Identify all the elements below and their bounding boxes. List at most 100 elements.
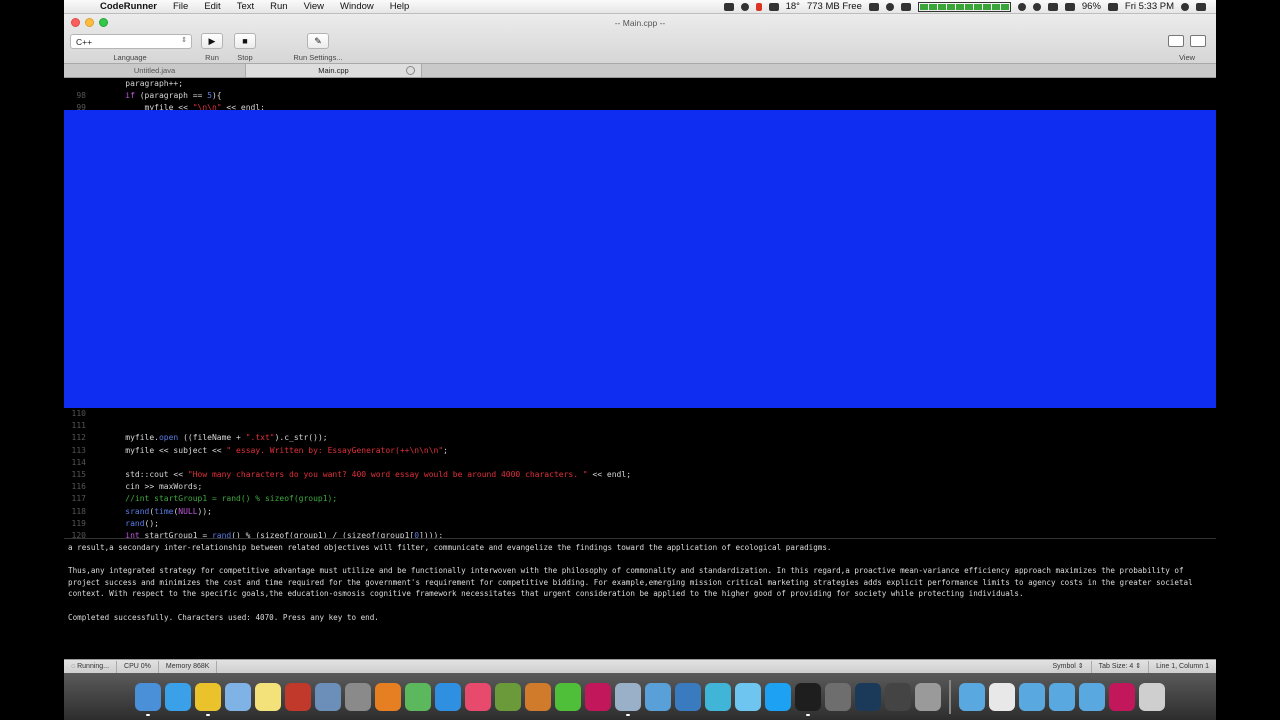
safari-icon[interactable] — [165, 682, 191, 711]
finder-icon[interactable] — [135, 682, 161, 716]
code-token: ]))); — [419, 530, 444, 538]
bluetooth-icon[interactable] — [885, 2, 894, 11]
code-token: time — [154, 506, 174, 516]
stack-folder-icon[interactable] — [1079, 682, 1105, 711]
code-line[interactable]: 117 //int startGroup1 = rand() % sizeof(… — [64, 493, 1216, 505]
tab-untitled-java[interactable]: Untitled.java — [64, 64, 246, 77]
history-icon[interactable] — [1032, 2, 1041, 11]
menu-window[interactable]: Window — [332, 1, 382, 12]
time-machine-icon[interactable] — [1017, 2, 1026, 11]
menu-text[interactable]: Text — [229, 1, 262, 12]
code-line[interactable]: 111 — [64, 420, 1216, 432]
code-line[interactable]: 120 int startGroup1 = rand() % (sizeof(g… — [64, 530, 1216, 538]
code-line[interactable]: 119 rand(); — [64, 518, 1216, 530]
code-token: "How many characters do you want? 400 wo… — [187, 469, 588, 479]
console-output[interactable]: a result,a secondary inter-relationship … — [64, 538, 1216, 659]
code-line[interactable]: 98 if (paragraph == 5){ — [64, 90, 1216, 102]
code-editor-bottom[interactable]: 110 111 112 myfile.open ((fileName + ".txt… — [64, 408, 1216, 538]
preview-icon[interactable] — [225, 682, 251, 711]
xcode-icon[interactable] — [525, 682, 551, 711]
cloud-icon[interactable] — [768, 2, 779, 11]
line-number: 118 — [71, 506, 86, 516]
view-console-button[interactable] — [1190, 35, 1206, 47]
code-line[interactable]: 114 — [64, 457, 1216, 469]
close-tab-icon[interactable] — [406, 66, 415, 75]
run-settings-button[interactable]: ✎ — [307, 33, 329, 49]
numbers-icon[interactable] — [405, 682, 431, 711]
menu-help[interactable]: Help — [382, 1, 418, 12]
microphone-icon[interactable] — [755, 2, 762, 11]
minecraft-icon[interactable] — [495, 682, 521, 711]
view-sidebar-button[interactable] — [1168, 35, 1184, 47]
code-line[interactable]: 116 cin >> maxWords; — [64, 481, 1216, 493]
tab-size-menu[interactable]: Tab Size: 4 ⇕ — [1092, 660, 1150, 673]
sync-icon[interactable] — [900, 2, 911, 11]
app-store-icon[interactable] — [435, 682, 461, 711]
menu-file[interactable]: File — [165, 1, 196, 12]
code-token: myfile << subject << — [125, 445, 227, 455]
code-line[interactable]: 110 — [64, 408, 1216, 420]
battery-icon[interactable] — [1107, 2, 1118, 11]
code-token: if — [125, 91, 135, 101]
system-preferences-icon[interactable] — [825, 682, 851, 711]
itunes-icon[interactable] — [465, 682, 491, 711]
menu-run[interactable]: Run — [262, 1, 295, 12]
terminal-icon[interactable] — [795, 682, 821, 716]
status-bar: ◌ Running... CPU 0% Memory 868K Symbol ⇕… — [64, 659, 1216, 673]
downloads-folder-icon[interactable] — [1019, 682, 1045, 711]
notification-center-icon[interactable] — [1196, 2, 1206, 11]
tab-main-cpp[interactable]: Main.cpp — [246, 64, 422, 77]
documents-icon[interactable] — [989, 682, 1015, 711]
volume-icon[interactable] — [1064, 2, 1075, 11]
chat-icon[interactable] — [735, 682, 761, 711]
chrome-icon[interactable] — [195, 682, 221, 716]
selected-code-block[interactable] — [64, 110, 1216, 408]
trash-icon[interactable] — [1139, 682, 1165, 711]
skype-icon[interactable] — [765, 682, 791, 711]
disk-utility-icon[interactable] — [915, 682, 941, 711]
steam-icon[interactable] — [855, 682, 881, 711]
clock[interactable]: Fri 5:33 PM — [1125, 1, 1174, 12]
code-line[interactable]: 99 myfile << "\n\n" << endl; — [64, 102, 1216, 110]
battery-monitor-icon[interactable] — [868, 2, 879, 11]
network-icon[interactable] — [705, 682, 731, 711]
spotlight-search-icon[interactable] — [1181, 2, 1189, 11]
code-token: myfile << — [144, 103, 193, 110]
mail-icon[interactable] — [315, 682, 341, 711]
menu-edit[interactable]: Edit — [196, 1, 228, 12]
stop-button[interactable]: ■ — [234, 33, 256, 49]
menu-view[interactable]: View — [296, 1, 332, 12]
code-line[interactable]: 112 myfile.open ((fileName + ".txt").c_s… — [64, 432, 1216, 444]
folder-icon[interactable] — [959, 682, 985, 711]
code-line[interactable]: paragraph++; — [64, 78, 1216, 90]
applications-folder-icon[interactable] — [1049, 682, 1075, 711]
memory-readout[interactable]: 773 MB Free — [807, 1, 862, 12]
language-select[interactable]: C++ ⇕ — [70, 34, 192, 49]
notes-icon[interactable] — [255, 682, 281, 711]
code-editor-top[interactable]: paragraph++; 98 if (paragraph == 5){99 my… — [64, 78, 1216, 110]
game-icon[interactable] — [885, 682, 911, 711]
code-line[interactable]: 113 myfile << subject << " essay. Writte… — [64, 445, 1216, 457]
wifi-icon[interactable] — [1047, 2, 1058, 11]
messages-icon[interactable] — [555, 682, 581, 711]
status-app-icon[interactable] — [723, 2, 734, 11]
code-line[interactable]: 118 srand(time(NULL)); — [64, 506, 1216, 518]
intellij-icon[interactable] — [585, 682, 611, 711]
code-line[interactable]: 115 std::cout << "How many characters do… — [64, 469, 1216, 481]
run-button[interactable]: ▶ — [201, 33, 223, 49]
run-settings-label: Run Settings... — [293, 53, 343, 62]
temperature-readout[interactable]: 18° — [786, 1, 800, 12]
system-utility-icon[interactable] — [615, 682, 641, 716]
java-icon[interactable] — [1109, 682, 1135, 711]
menu-app[interactable]: CodeRunner — [92, 1, 165, 12]
camera-icon[interactable] — [740, 2, 749, 11]
photos-icon[interactable] — [645, 682, 671, 711]
battery-percent[interactable]: 96% — [1082, 1, 1101, 12]
vmware-icon[interactable] — [675, 682, 701, 711]
cpu-meter[interactable] — [917, 1, 1011, 12]
acrobat-icon[interactable] — [285, 682, 311, 711]
code-token: ((fileName + — [178, 433, 246, 443]
symbol-menu[interactable]: Symbol ⇕ — [1045, 660, 1092, 673]
script-editor-icon[interactable] — [345, 682, 371, 711]
keynote-icon[interactable] — [375, 682, 401, 711]
